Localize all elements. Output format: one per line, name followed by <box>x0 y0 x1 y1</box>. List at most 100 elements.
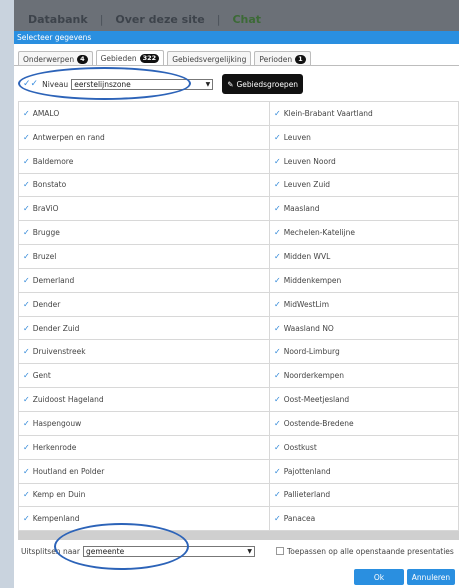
check-icon: ✓ <box>23 299 30 309</box>
nav-databank[interactable]: Databank <box>28 13 88 26</box>
split-select[interactable]: gemeente ▼ <box>82 545 255 557</box>
tab-gebiedsvergelijking[interactable]: Gebiedsvergelijking <box>167 51 252 66</box>
tab-count-badge: 4 <box>77 54 88 64</box>
area-item[interactable]: ✓ Haspengouw <box>19 411 270 436</box>
check-icon: ✓ <box>23 228 30 238</box>
area-item[interactable]: ✓ Pajottenland <box>270 459 459 484</box>
chevron-down-icon: ▼ <box>205 80 211 88</box>
area-item[interactable]: ✓ Noord-Limburg <box>270 340 459 365</box>
dialog-actions: Ok Annuleren <box>354 569 455 585</box>
apply-all-checkbox[interactable] <box>275 547 284 555</box>
area-item[interactable]: ✓ Demerland <box>19 268 270 293</box>
area-item[interactable]: ✓ Maasland <box>270 197 459 222</box>
area-label: Noord-Limburg <box>283 347 340 357</box>
check-icon: ✓ <box>23 204 30 214</box>
area-label: Pajottenland <box>283 466 331 476</box>
area-item[interactable]: ✓ Gent <box>19 364 270 389</box>
tab-gebieden[interactable]: Gebieden 322 <box>95 50 165 66</box>
area-item[interactable]: ✓ Middenkempen <box>270 268 459 293</box>
area-label: Brugge <box>32 228 60 238</box>
ok-button[interactable]: Ok <box>354 569 404 585</box>
area-item[interactable]: ✓ Houtland en Polder <box>19 459 270 484</box>
tab-count-badge: 1 <box>295 54 306 64</box>
tab-count-badge: 322 <box>139 54 160 63</box>
area-label: Dender Zuid <box>32 323 80 333</box>
check-icon: ✓ <box>274 514 281 524</box>
area-item[interactable]: ✓ Zuidoost Hageland <box>19 388 270 412</box>
area-item[interactable]: ✓ AMALO <box>19 102 270 126</box>
area-item[interactable]: ✓ Panacea <box>270 507 459 532</box>
area-item[interactable]: ✓ Noorderkempen <box>270 364 459 389</box>
check-icon: ✓ <box>23 418 30 428</box>
check-icon: ✓ <box>23 180 30 190</box>
area-item[interactable]: ✓ Oost-Meetjesland <box>270 388 459 412</box>
check-icon: ✓ <box>274 204 281 214</box>
area-label: Kemp en Duin <box>32 490 86 500</box>
area-label: MidWestLim <box>283 299 330 309</box>
area-item[interactable]: ✓ Kempenland <box>19 507 270 532</box>
tab-label: Onderwerpen <box>23 54 75 64</box>
area-item[interactable]: ✓ Waasland NO <box>270 316 459 341</box>
level-select-value: eerstelijnszone <box>74 79 131 89</box>
area-item[interactable]: ✓ BraViO <box>19 197 270 222</box>
area-item[interactable]: ✓ Mechelen-Katelijne <box>270 221 459 246</box>
area-item[interactable]: ✓ Druivenstreek <box>19 340 270 365</box>
area-item[interactable]: ✓ Dender Zuid <box>19 316 270 341</box>
tab-onderwerpen[interactable]: Onderwerpen 4 <box>18 51 93 66</box>
area-label: Haspengouw <box>32 418 82 428</box>
check-icon: ✓ <box>23 156 30 166</box>
area-item[interactable]: ✓ Oostende-Bredene <box>270 411 459 436</box>
area-item[interactable]: ✓ Pallieterland <box>270 483 459 508</box>
area-item[interactable]: ✓ Bonstato <box>19 173 270 198</box>
select-all-check-icon[interactable]: ✓✓ <box>23 79 38 89</box>
area-label: Bruzel <box>32 251 57 261</box>
area-label: Oost-Meetjesland <box>283 395 350 405</box>
area-label: Leuven Zuid <box>283 180 331 190</box>
area-groups-button[interactable]: ✎ Gebiedsgroepen <box>222 74 304 94</box>
area-item[interactable]: ✓ Midden WVL <box>270 245 459 269</box>
area-item[interactable]: ✓ Leuven <box>270 125 459 150</box>
area-item[interactable]: ✓ Leuven Noord <box>270 149 459 174</box>
check-icon: ✓ <box>23 371 30 381</box>
check-icon: ✓ <box>274 418 281 428</box>
area-item[interactable]: ✓ Bruzel <box>19 245 270 269</box>
horizontal-scrollbar[interactable] <box>18 531 459 540</box>
select-data-dialog: Selecteer gegevens Onderwerpen 4 Gebiede… <box>14 31 459 588</box>
tab-perioden[interactable]: Perioden 1 <box>254 51 311 66</box>
area-label: Mechelen-Katelijne <box>283 228 355 238</box>
level-select[interactable]: eerstelijnszone ▼ <box>71 78 214 90</box>
area-item[interactable]: ✓ Klein-Brabant Vaartland <box>270 102 459 126</box>
check-icon: ✓ <box>23 347 30 357</box>
area-label: Zuidoost Hageland <box>32 395 104 405</box>
check-icon: ✓ <box>23 514 30 524</box>
split-row: Uitsplitsen naar gemeente ▼ Toepassen op… <box>18 540 459 562</box>
area-item[interactable]: ✓ Dender <box>19 292 270 317</box>
nav-over[interactable]: Over deze site <box>115 13 204 26</box>
area-item[interactable]: ✓ Brugge <box>19 221 270 246</box>
apply-all-label: Toepassen op alle openstaande presentati… <box>286 546 454 556</box>
area-label: Bonstato <box>32 180 67 190</box>
nav-separator: | <box>99 13 104 26</box>
top-navigation: Databank | Over deze site | Chat <box>28 13 261 26</box>
area-item[interactable]: ✓ MidWestLim <box>270 292 459 317</box>
area-item[interactable]: ✓ Herkenrode <box>19 435 270 460</box>
area-label: Dender <box>32 299 61 309</box>
area-item[interactable]: ✓ Kemp en Duin <box>19 483 270 508</box>
background-strip <box>0 0 14 588</box>
area-label: AMALO <box>32 108 60 118</box>
area-item[interactable]: ✓ Leuven Zuid <box>270 173 459 198</box>
tab-label: Perioden <box>259 54 293 64</box>
area-label: Leuven Noord <box>283 156 336 166</box>
area-item[interactable]: ✓ Baldemore <box>19 149 270 174</box>
area-item[interactable]: ✓ Antwerpen en rand <box>19 125 270 150</box>
check-icon: ✓ <box>23 466 30 476</box>
area-label: Demerland <box>32 275 75 285</box>
tab-label: Gebieden <box>100 54 137 63</box>
nav-chat[interactable]: Chat <box>232 13 261 26</box>
cancel-button[interactable]: Annuleren <box>407 569 455 585</box>
area-item[interactable]: ✓ Oostkust <box>270 435 459 460</box>
check-icon: ✓ <box>274 180 281 190</box>
edit-icon: ✎ <box>227 79 234 89</box>
area-label: Gent <box>32 371 51 381</box>
check-icon: ✓ <box>23 108 30 118</box>
